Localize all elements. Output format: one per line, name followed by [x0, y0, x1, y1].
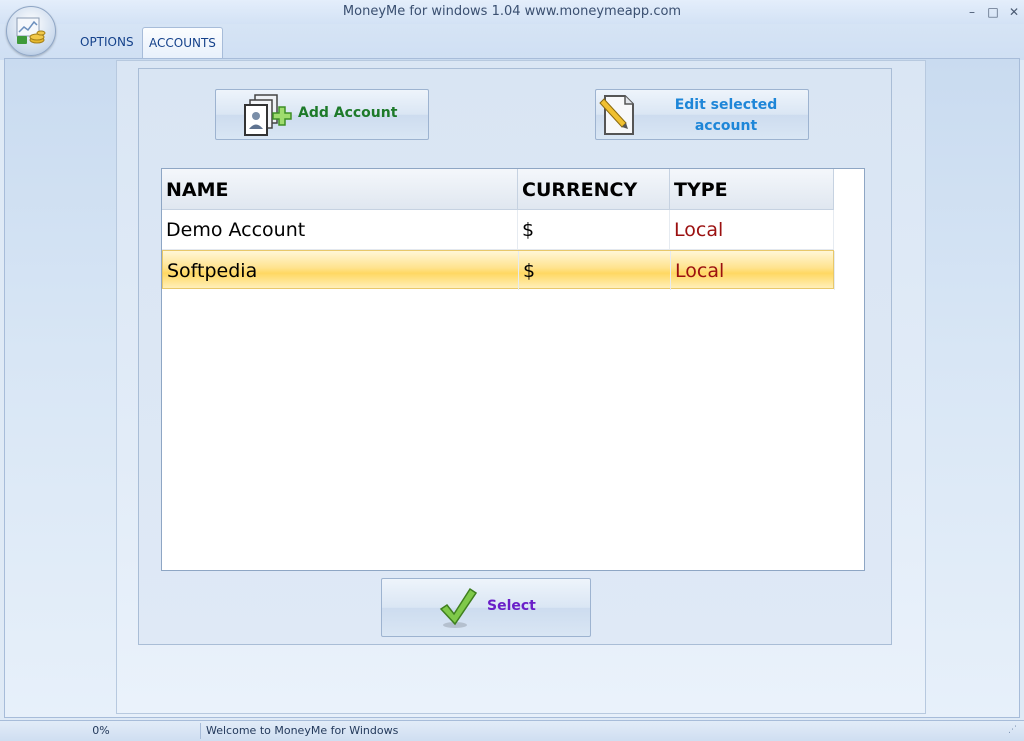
add-account-label: Add Account — [298, 105, 398, 121]
account-name-cell: Softpedia — [163, 251, 519, 290]
maximize-button[interactable]: □ — [983, 3, 1003, 21]
table-header: NAME CURRENCY TYPE — [162, 169, 834, 210]
status-bar: 0% Welcome to MoneyMe for Windows ⋰ — [0, 720, 1024, 741]
select-label: Select — [487, 598, 536, 614]
status-progress: 0% — [2, 723, 201, 739]
window-title: MoneyMe for windows 1.04 www.moneymeapp.… — [342, 4, 682, 19]
edit-account-button[interactable]: Edit selected account — [595, 89, 809, 140]
column-header-type[interactable]: TYPE — [670, 169, 834, 209]
status-message: Welcome to MoneyMe for Windows — [206, 724, 399, 737]
title-bar: MoneyMe for windows 1.04 www.moneymeapp.… — [0, 0, 1024, 24]
app-menu-button[interactable] — [6, 6, 56, 56]
edit-label-line1: Edit selected — [674, 97, 778, 113]
account-type-cell: Local — [671, 251, 835, 290]
account-currency-cell: $ — [519, 251, 671, 290]
minimize-button[interactable]: – — [962, 3, 982, 21]
tab-options[interactable]: OPTIONS — [74, 27, 140, 58]
edit-account-label: Edit selected account — [656, 95, 796, 137]
accounts-table[interactable]: NAME CURRENCY TYPE Demo Account $ Local … — [161, 168, 865, 571]
add-account-icon — [244, 94, 292, 136]
close-button[interactable]: ✕ — [1004, 3, 1024, 21]
column-header-currency[interactable]: CURRENCY — [518, 169, 670, 209]
table-row-selected[interactable]: Softpedia $ Local — [162, 250, 835, 290]
resize-grip-icon[interactable]: ⋰ — [1008, 725, 1020, 737]
money-chart-icon — [16, 17, 46, 44]
account-name-cell: Demo Account — [162, 210, 518, 249]
account-type-cell: Local — [670, 210, 834, 249]
table-row[interactable]: Demo Account $ Local — [162, 210, 834, 250]
tab-accounts[interactable]: ACCOUNTS — [142, 27, 223, 59]
column-header-name[interactable]: NAME — [162, 169, 518, 209]
checkmark-icon — [439, 587, 477, 628]
select-button[interactable]: Select — [381, 578, 591, 637]
account-currency-cell: $ — [518, 210, 670, 249]
edit-label-line2: account — [694, 118, 758, 134]
edit-document-icon — [599, 95, 634, 135]
add-account-button[interactable]: Add Account — [215, 89, 429, 140]
